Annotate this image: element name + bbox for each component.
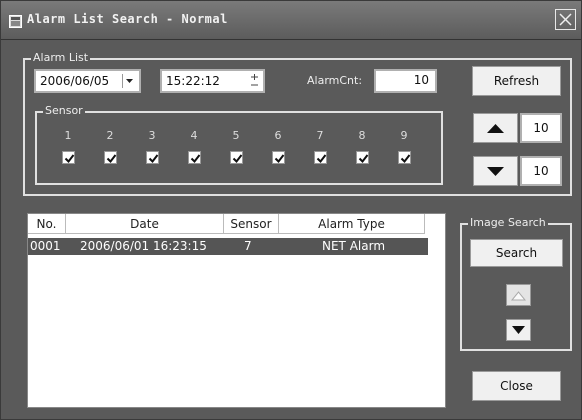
image-search-legend: Image Search <box>468 216 548 229</box>
sensor-number: 9 <box>400 129 408 142</box>
column-header-sensor[interactable]: Sensor <box>224 214 279 234</box>
sensor-number: 8 <box>358 129 366 142</box>
sensor-checkbox[interactable] <box>188 151 201 164</box>
arrow-down-icon <box>487 167 504 176</box>
close-icon[interactable] <box>555 9 576 30</box>
down-count-field[interactable]: 10 <box>520 156 562 186</box>
sensor-number: 1 <box>64 129 72 142</box>
title-bar[interactable]: Alarm List Search - Normal <box>1 1 581 40</box>
alarm-count-label: AlarmCnt: <box>307 74 363 87</box>
alarm-list-legend: Alarm List <box>31 51 91 64</box>
sensor-checkbox[interactable] <box>356 151 369 164</box>
sensor-number: 5 <box>232 129 240 142</box>
date-value: 2006/06/05 <box>40 74 110 88</box>
column-header-date[interactable]: Date <box>66 214 224 234</box>
sensor-legend: Sensor <box>43 104 85 117</box>
image-up-button[interactable] <box>506 284 531 306</box>
cell-sensor: 7 <box>244 239 252 253</box>
arrow-down-icon <box>512 326 525 334</box>
image-down-button[interactable] <box>506 319 531 341</box>
scroll-down-button[interactable] <box>473 156 518 186</box>
chevron-down-icon[interactable] <box>122 74 136 88</box>
sensor-checkbox[interactable] <box>398 151 411 164</box>
window-title: Alarm List Search - Normal <box>27 12 228 26</box>
column-header-no[interactable]: No. <box>28 214 66 234</box>
sensor-checkbox[interactable] <box>104 151 117 164</box>
sensor-number: 7 <box>316 129 324 142</box>
sensor-number: 4 <box>190 129 198 142</box>
arrow-up-icon <box>487 124 504 133</box>
date-select[interactable]: 2006/06/05 <box>34 69 141 93</box>
search-button[interactable]: Search <box>470 239 563 267</box>
scroll-up-button[interactable] <box>473 113 518 143</box>
sensor-checkbox[interactable] <box>272 151 285 164</box>
up-count-field[interactable]: 10 <box>520 113 562 143</box>
sensor-group: Sensor <box>35 104 443 185</box>
close-button[interactable]: Close <box>472 371 561 401</box>
alarm-table[interactable]: No. Date Sensor Alarm Type 0001 2006/06/… <box>27 213 446 408</box>
arrow-up-icon <box>510 291 527 301</box>
sensor-number: 3 <box>148 129 156 142</box>
cell-alarm-type: NET Alarm <box>322 239 386 253</box>
sensor-checkbox[interactable] <box>230 151 243 164</box>
time-value: 15:22:12 <box>166 74 220 88</box>
sensor-number: 2 <box>106 129 114 142</box>
table-row[interactable]: 0001 2006/06/01 16:23:15 7 NET Alarm <box>28 238 428 255</box>
cell-date: 2006/06/01 16:23:15 <box>80 239 207 253</box>
alarm-count-field[interactable]: 10 <box>374 69 437 93</box>
column-header-alarm-type[interactable]: Alarm Type <box>279 214 425 234</box>
time-field[interactable]: 15:22:12 <box>160 69 265 93</box>
sensor-checkbox[interactable] <box>62 151 75 164</box>
window-icon <box>9 13 22 28</box>
sensor-checkbox[interactable] <box>314 151 327 164</box>
alarm-list-search-window: Alarm List Search - Normal Alarm List 20… <box>0 0 582 420</box>
sensor-number: 6 <box>274 129 282 142</box>
refresh-button[interactable]: Refresh <box>472 66 561 96</box>
sensor-checkbox[interactable] <box>146 151 159 164</box>
cell-no: 0001 <box>30 239 61 253</box>
spin-icon[interactable] <box>247 73 261 89</box>
